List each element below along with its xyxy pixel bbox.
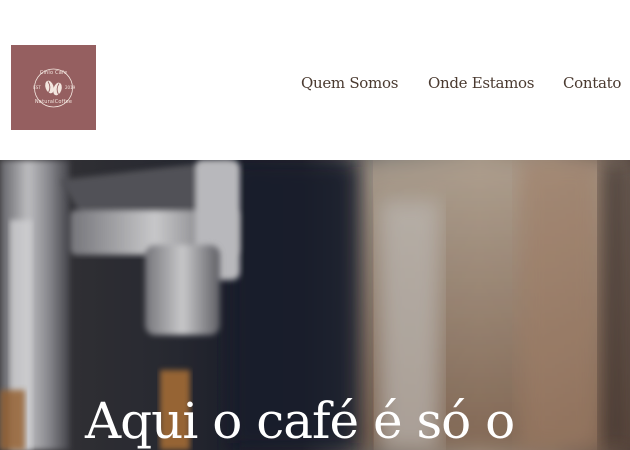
brand-name-bottom: NaturalCoffee [34, 99, 73, 105]
nav-link-contato[interactable]: Contato [563, 74, 621, 92]
site-header: Cinlo Cafe EST 2019 NaturalCoffee Quem S… [0, 0, 630, 160]
nav-link-onde-estamos[interactable]: Onde Estamos [428, 74, 534, 92]
hero-banner: Aqui o café é só o [0, 160, 630, 450]
nav-link-quem-somos[interactable]: Quem Somos [301, 74, 398, 92]
main-nav: Quem Somos Onde Estamos Contato [0, 74, 630, 96]
hero-title: Aqui o café é só o [85, 392, 515, 450]
